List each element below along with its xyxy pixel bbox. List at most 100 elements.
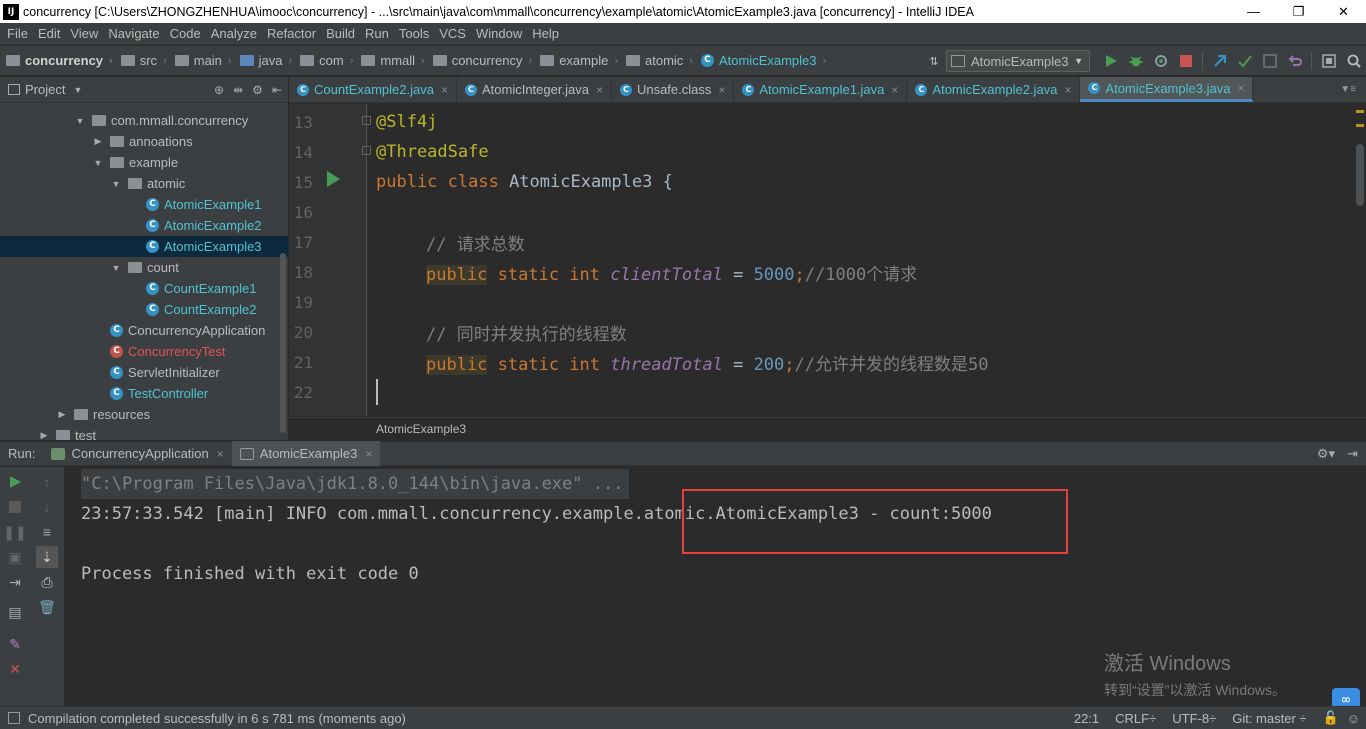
minimize-button[interactable]: —: [1231, 0, 1276, 23]
breadcrumb-concurrency[interactable]: concurrency ›: [427, 53, 534, 68]
menu-code[interactable]: Code: [165, 26, 206, 41]
tree-item-servletinitializer[interactable]: C ServletInitializer: [0, 362, 288, 383]
breadcrumb-java[interactable]: java ›: [234, 53, 295, 68]
tree-item-atomicexample2[interactable]: C AtomicExample2: [0, 215, 288, 236]
tab-atomicinteger[interactable]: C AtomicInteger.java ×: [457, 77, 612, 102]
hector-icon[interactable]: ☺: [1347, 711, 1360, 726]
tree-item-annoations[interactable]: ▶ annoations: [0, 131, 288, 152]
restore-button[interactable]: ❐: [1276, 0, 1321, 23]
breadcrumb-atomicexample3[interactable]: C AtomicExample3 ›: [695, 53, 828, 68]
breadcrumb-main[interactable]: main ›: [169, 53, 234, 68]
tree-scrollbar[interactable]: [280, 253, 286, 433]
lock-icon[interactable]: 🔓: [1323, 710, 1339, 726]
breadcrumb-com[interactable]: com ›: [294, 53, 355, 68]
scroll-to-end-icon[interactable]: ⇣: [36, 546, 58, 568]
sort-icon[interactable]: ⇅: [924, 55, 944, 68]
chevron-down-icon[interactable]: ▼: [92, 158, 104, 168]
menu-refactor[interactable]: Refactor: [262, 26, 321, 41]
close-icon[interactable]: ×: [891, 83, 898, 97]
status-message[interactable]: Compilation completed successfully in 6 …: [28, 711, 406, 726]
dump-threads-icon[interactable]: ▣: [4, 546, 26, 568]
search-everywhere-icon[interactable]: [1341, 50, 1366, 72]
breadcrumb-mmall[interactable]: mmall ›: [355, 53, 426, 68]
gear-icon[interactable]: ⚙: [252, 83, 263, 97]
menu-tools[interactable]: Tools: [394, 26, 434, 41]
chevron-down-icon[interactable]: ▼: [74, 116, 86, 126]
vcs-commit-icon[interactable]: [1232, 50, 1257, 72]
close-button[interactable]: ✕: [1321, 0, 1366, 23]
scrollbar-thumb[interactable]: [1356, 144, 1364, 206]
menu-edit[interactable]: Edit: [33, 26, 65, 41]
console-output[interactable]: "C:\Program Files\Java\jdk1.8.0_144\bin\…: [64, 467, 1366, 706]
menu-analyze[interactable]: Analyze: [206, 26, 262, 41]
stop-icon[interactable]: [4, 496, 26, 518]
stop-icon[interactable]: [1173, 50, 1198, 72]
menu-navigate[interactable]: Navigate: [103, 26, 164, 41]
tree-item-test[interactable]: ▶ test: [0, 425, 288, 440]
menu-file[interactable]: File: [2, 26, 33, 41]
tree-item-example[interactable]: ▼ example: [0, 152, 288, 173]
arrow-up-icon[interactable]: ↑: [36, 471, 58, 493]
file-encoding[interactable]: UTF-8÷: [1172, 711, 1216, 726]
hide-panel-icon[interactable]: ⇤: [272, 83, 282, 97]
tree-item-concurrencytest[interactable]: C ConcurrencyTest: [0, 341, 288, 362]
status-panel-icon[interactable]: [8, 712, 20, 724]
tree-item-countexample2[interactable]: C CountExample2: [0, 299, 288, 320]
close-icon[interactable]: ×: [217, 447, 224, 461]
close-icon[interactable]: ×: [1064, 83, 1071, 97]
collapse-all-icon[interactable]: ⇹: [233, 83, 243, 97]
breadcrumb-atomic[interactable]: atomic ›: [620, 53, 695, 68]
tree-item-resources[interactable]: ▶ resources: [0, 404, 288, 425]
vcs-revert-icon[interactable]: [1282, 50, 1307, 72]
caret-down-icon[interactable]: ▼: [73, 85, 82, 95]
tree-item-atomicexample1[interactable]: C AtomicExample1: [0, 194, 288, 215]
menu-build[interactable]: Build: [321, 26, 360, 41]
run-icon[interactable]: [1098, 50, 1123, 72]
vcs-compare-icon[interactable]: [1257, 50, 1282, 72]
debug-icon[interactable]: [1123, 50, 1148, 72]
menu-run[interactable]: Run: [360, 26, 394, 41]
close-icon[interactable]: ×: [718, 83, 725, 97]
chevron-down-icon[interactable]: ▼: [110, 263, 122, 273]
arrow-down-icon[interactable]: ↓: [36, 496, 58, 518]
trash-icon[interactable]: 🗑: [36, 596, 58, 618]
print-icon[interactable]: ⎙: [36, 571, 58, 593]
project-panel-title[interactable]: Project: [25, 82, 65, 97]
menu-view[interactable]: View: [65, 26, 103, 41]
close-icon[interactable]: ×: [1237, 81, 1244, 95]
editor-scrollbar[interactable]: [1354, 104, 1366, 416]
code-editor[interactable]: 13 @Slf4j 14 @ThreadSafe 15 public class…: [289, 104, 1366, 416]
tree-item-countexample1[interactable]: C CountExample1: [0, 278, 288, 299]
breadcrumb-project[interactable]: concurrency ›: [0, 53, 115, 68]
pin-icon[interactable]: ✎: [4, 633, 26, 655]
fold-icon[interactable]: [362, 116, 371, 125]
chevron-right-icon[interactable]: ▶: [56, 409, 68, 420]
tree-item-com-mmall-concurrency[interactable]: ▼ com.mmall.concurrency: [0, 110, 288, 131]
close-icon[interactable]: ✕: [4, 658, 26, 680]
run-tab-concurrencyapplication[interactable]: ConcurrencyApplication ×: [43, 441, 231, 466]
menu-help[interactable]: Help: [527, 26, 564, 41]
hide-panel-icon[interactable]: ⇥: [1347, 446, 1358, 462]
menu-vcs[interactable]: VCS: [434, 26, 471, 41]
tab-countexample2[interactable]: C CountExample2.java ×: [289, 77, 457, 102]
warning-marker[interactable]: [1356, 110, 1364, 113]
close-icon[interactable]: ×: [441, 83, 448, 97]
tree-item-atomicexample3[interactable]: C AtomicExample3: [0, 236, 288, 257]
git-branch[interactable]: Git: master ÷: [1232, 711, 1306, 726]
caret-position[interactable]: 22:1: [1074, 711, 1099, 726]
tree-item-concurrencyapplication[interactable]: C ConcurrencyApplication: [0, 320, 288, 341]
warning-marker[interactable]: [1356, 124, 1364, 127]
tab-atomicexample2[interactable]: C AtomicExample2.java ×: [907, 77, 1081, 102]
tab-atomicexample3[interactable]: C AtomicExample3.java ×: [1080, 77, 1254, 102]
close-icon[interactable]: ×: [596, 83, 603, 97]
breadcrumb-src[interactable]: src ›: [115, 53, 169, 68]
menu-window[interactable]: Window: [471, 26, 527, 41]
vcs-update-icon[interactable]: [1207, 50, 1232, 72]
tab-atomicexample1[interactable]: C AtomicExample1.java ×: [734, 77, 908, 102]
run-configuration-select[interactable]: AtomicExample3 ▼: [946, 50, 1090, 72]
gear-icon[interactable]: ⚙▾: [1317, 446, 1335, 462]
scroll-from-source-icon[interactable]: ⊕: [214, 83, 224, 97]
project-structure-icon[interactable]: [1316, 50, 1341, 72]
chevron-right-icon[interactable]: ▶: [92, 136, 104, 147]
breadcrumb-example[interactable]: example ›: [534, 53, 620, 68]
